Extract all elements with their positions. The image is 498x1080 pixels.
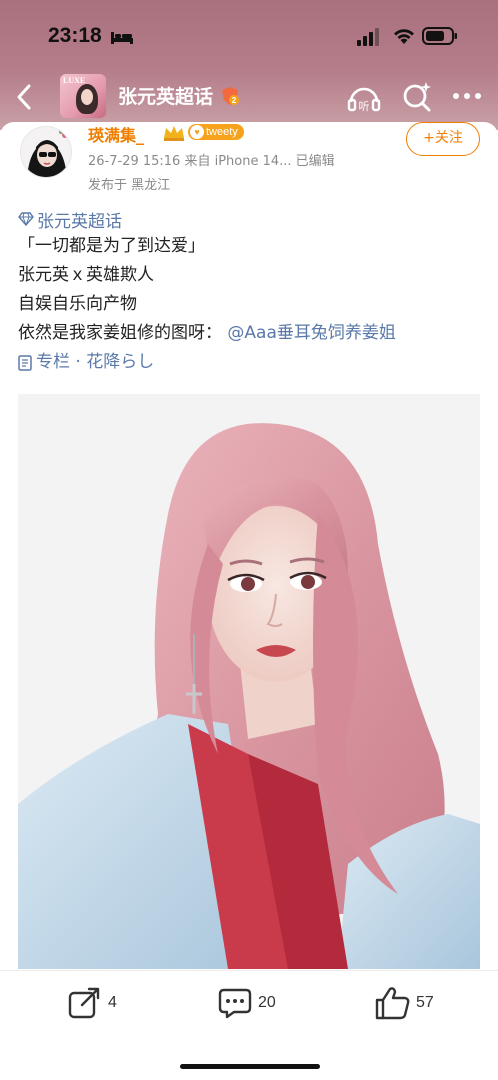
wifi-icon [394, 29, 414, 44]
like-button[interactable]: 57 [374, 985, 434, 1021]
post-body: 张元英超话 「一切都是为了到达爱」 张元英ｘ英雄欺人 自娱自乐向产物 依然是我家… [18, 206, 482, 377]
user-mention-link[interactable]: @Aaa垂耳兔饲养姜姐 [227, 323, 395, 343]
post-text-line: 张元英ｘ英雄欺人 [18, 265, 154, 285]
topic-thumbnail[interactable]: LUXE [60, 74, 106, 118]
post-meta: 26-7-29 15:16 来自 iPhone 14... 已编辑 [88, 154, 335, 169]
post-text-line: 「一切都是为了到达爱」 [18, 236, 205, 256]
nav-bar: LUXE 张元英超话 2 听 [0, 74, 498, 120]
author-name[interactable]: 瑛满集_ [88, 122, 144, 146]
topic-link-label: 张元英超话 [37, 211, 122, 232]
post-card: 瑛满集_ ♥ tweety 26-7-29 15:16 来自 iPhone 14… [0, 122, 498, 972]
repost-icon [68, 987, 100, 1019]
listen-icon[interactable]: 听 [346, 80, 382, 114]
comment-count: 20 [258, 994, 276, 1011]
repost-button[interactable]: 4 [68, 985, 117, 1021]
signal-icon [357, 28, 379, 46]
home-indicator [180, 1064, 320, 1069]
special-column-label: 专栏 · 花降らし [36, 352, 155, 372]
credit-prefix: 依然是我家姜姐修的图呀： [18, 323, 222, 343]
svg-text:2: 2 [232, 96, 237, 105]
page-title[interactable]: 张元英超话 [118, 82, 213, 109]
comment-button[interactable]: 20 [218, 985, 276, 1021]
thumbs-up-icon [375, 987, 410, 1020]
badge-heart-icon: ♥ [190, 125, 204, 139]
svg-text:听: 听 [359, 100, 370, 113]
badge-text: tweety [206, 126, 238, 138]
battery-icon [422, 27, 457, 45]
diamond-icon [18, 212, 34, 226]
level-badge-icon: 2 [222, 87, 239, 105]
thumbnail-face [81, 89, 93, 105]
post-credit-line: 依然是我家姜姐修的图呀： @Aaa垂耳兔饲养姜姐 [18, 319, 482, 348]
like-count: 57 [416, 994, 434, 1011]
special-column-link[interactable]: 专栏 · 花降らし [18, 348, 482, 377]
fan-badge: ♥ tweety [188, 124, 244, 140]
crown-icon [164, 126, 184, 141]
back-icon[interactable] [12, 80, 36, 114]
post-image[interactable] [18, 394, 480, 969]
post-text-line: 自娱自乐向产物 [18, 294, 137, 314]
avatar-image [21, 127, 71, 177]
column-icon [18, 354, 32, 371]
portrait-illustration [18, 394, 480, 969]
topic-link[interactable]: 张元英超话 [18, 206, 482, 232]
more-icon[interactable] [452, 92, 482, 100]
status-bar: 23:18 [0, 0, 498, 74]
status-time: 23:18 [48, 24, 102, 47]
bed-icon [111, 32, 133, 44]
search-icon[interactable] [400, 80, 434, 114]
thumbnail-text: LUXE [63, 76, 86, 85]
post-location: 发布于 黑龙江 [88, 178, 171, 193]
follow-button[interactable]: +关注 [406, 122, 480, 156]
author-avatar[interactable] [20, 126, 72, 178]
comment-icon [218, 988, 252, 1019]
repost-count: 4 [108, 994, 117, 1011]
